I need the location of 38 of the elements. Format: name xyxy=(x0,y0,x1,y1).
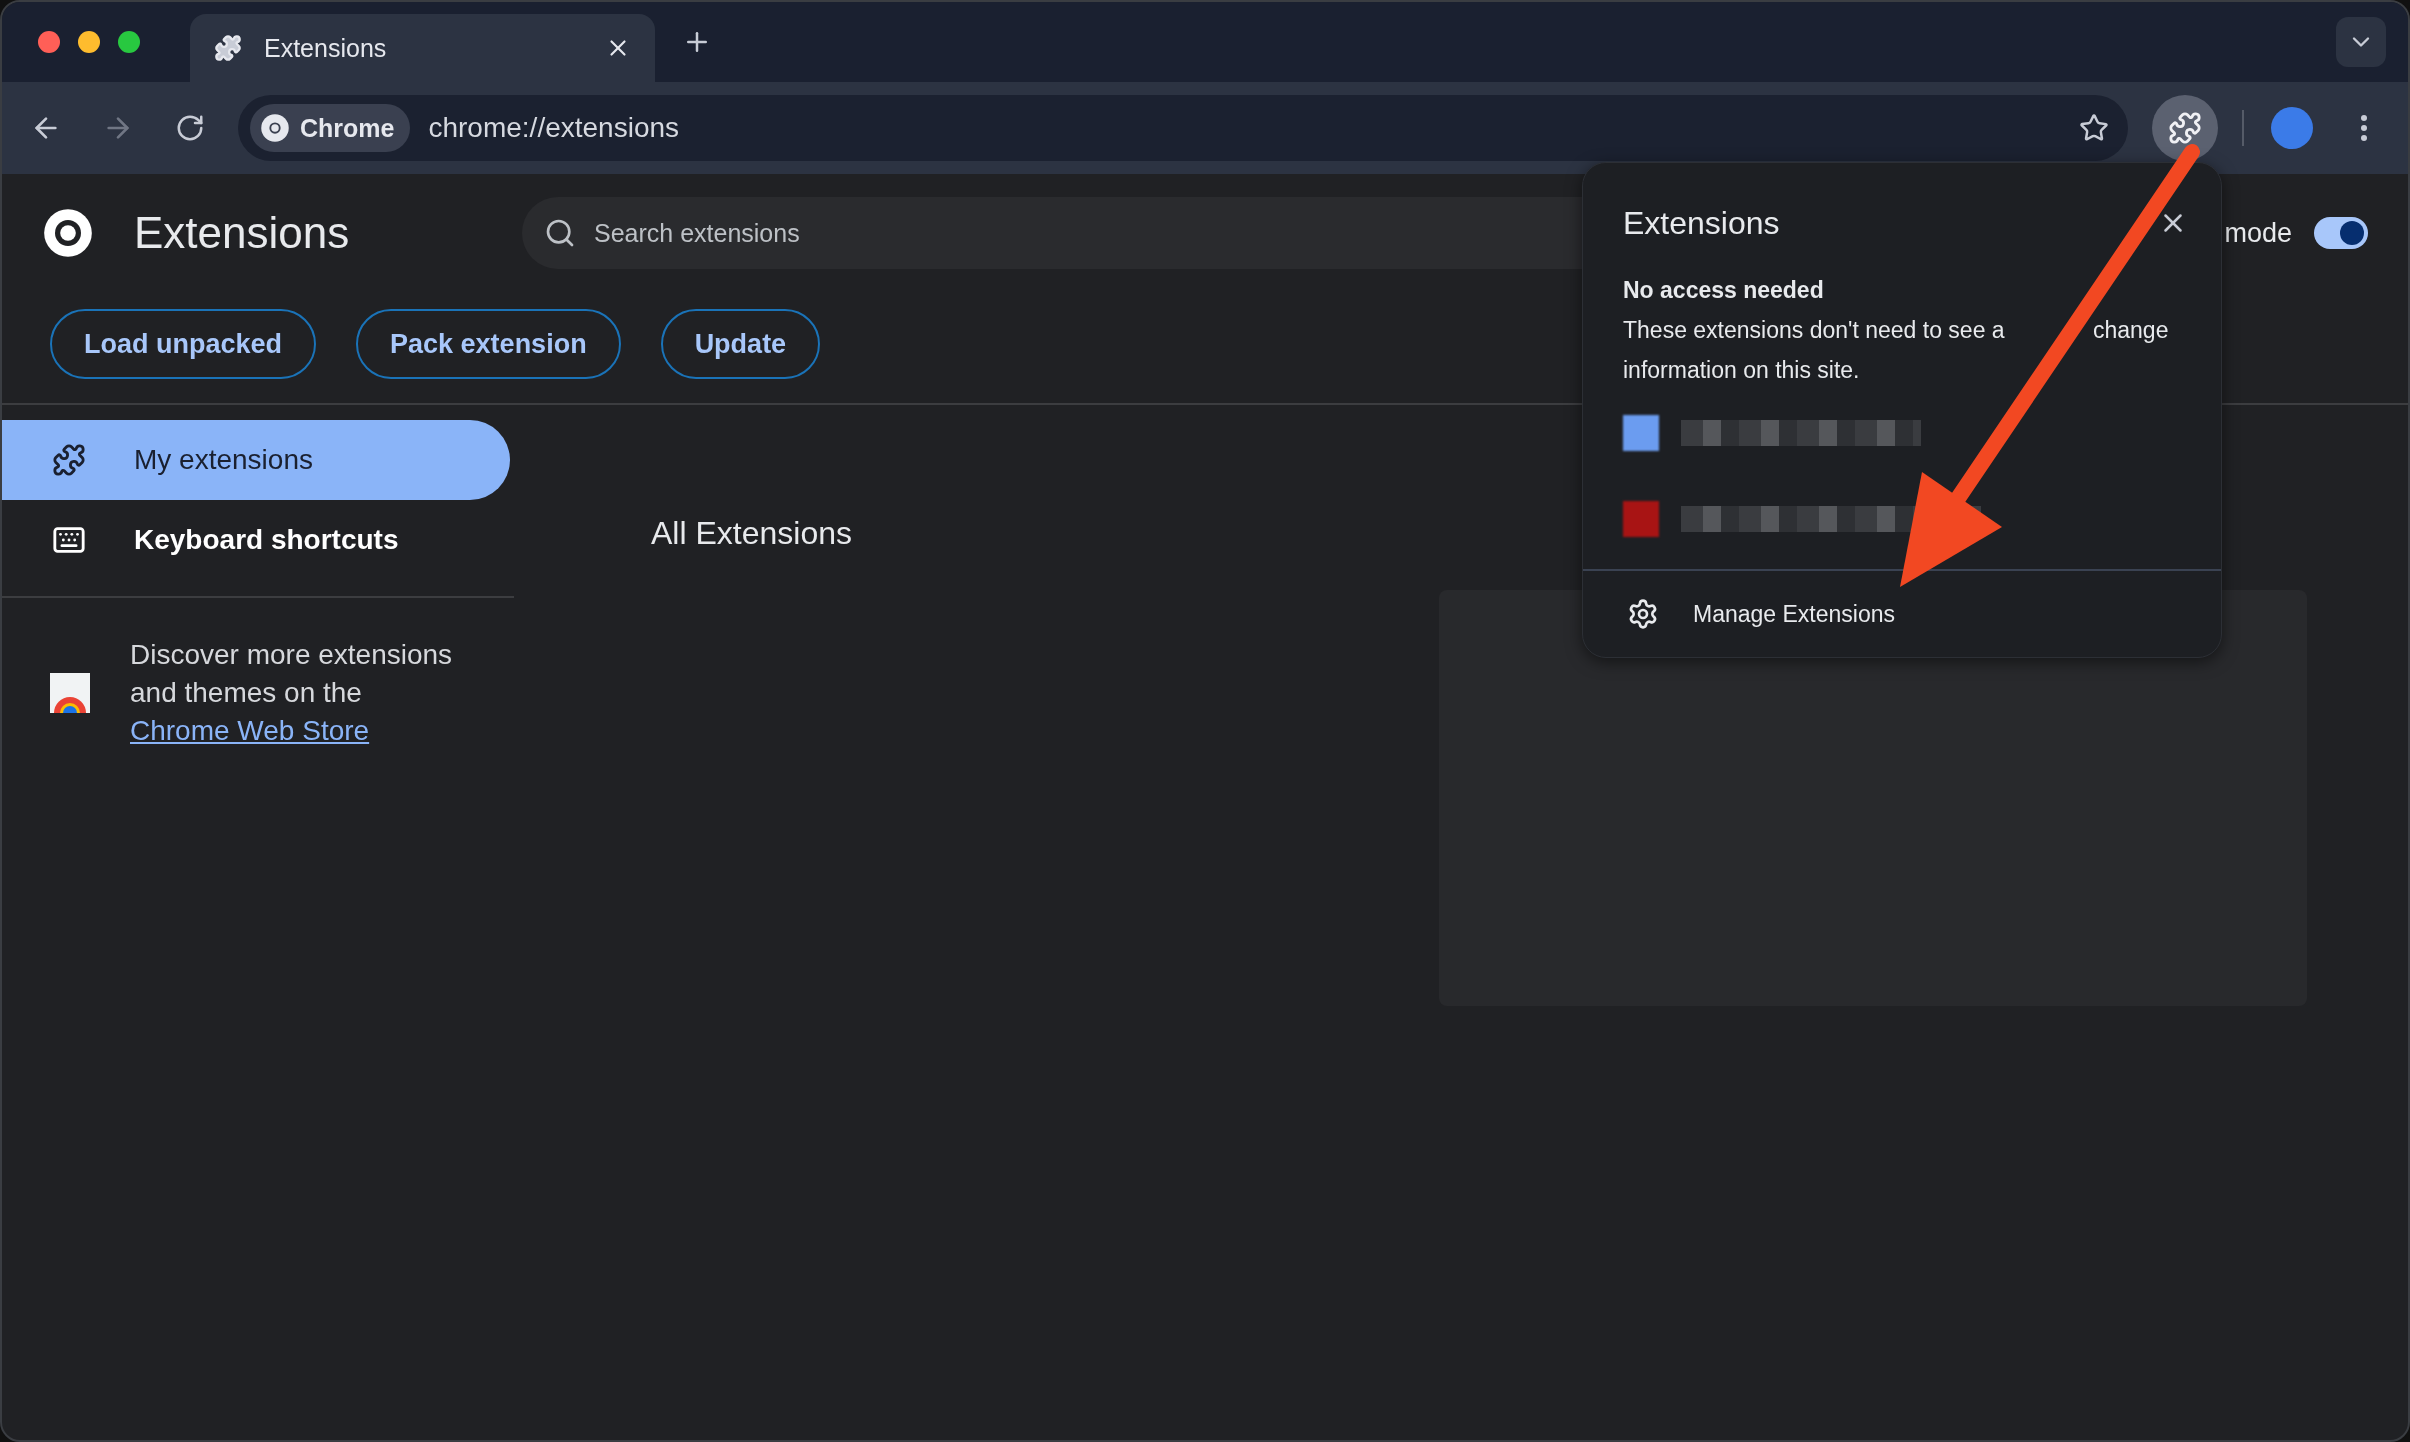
popup-description: information on this site. xyxy=(1623,356,1861,385)
popup-description: change xyxy=(2093,316,2169,345)
action-button[interactable]: Update xyxy=(660,309,821,379)
browser-tab[interactable]: Extensions xyxy=(190,14,655,82)
reload-icon xyxy=(175,113,205,143)
settings-icon xyxy=(1627,598,1659,630)
zoom-window-button[interactable] xyxy=(118,31,140,53)
minimize-window-button[interactable] xyxy=(78,31,100,53)
menu-icon xyxy=(2361,115,2367,141)
tab-title: Extensions xyxy=(264,33,388,63)
url-text: chrome://extensions xyxy=(428,112,681,144)
browser-logo-icon xyxy=(260,113,290,143)
star-icon xyxy=(2079,113,2109,143)
popup-heading: No access needed xyxy=(1622,276,1825,304)
address-bar[interactable]: Chrome chrome://extensions xyxy=(238,95,2128,161)
search-field[interactable]: Search extensions xyxy=(592,217,1092,249)
puzzle-icon xyxy=(214,34,242,62)
sidebar-item[interactable]: My extensions xyxy=(2,420,510,500)
popup-title: Extensions xyxy=(1623,204,1780,242)
tab-search-button[interactable] xyxy=(2336,17,2386,67)
developer-mode-toggle[interactable] xyxy=(2314,217,2368,249)
puzzle-icon xyxy=(52,443,86,477)
browser-logo-icon xyxy=(42,207,94,259)
promo-text: Discover more extensions and themes on the Chrome Web Store xyxy=(130,638,454,748)
close-window-button[interactable] xyxy=(38,31,60,53)
search-icon xyxy=(544,217,576,249)
puzzle-icon xyxy=(2168,111,2202,145)
page-title: Extensions xyxy=(134,208,351,258)
popup-description: These extensions don't need to see a xyxy=(1623,316,2006,345)
site-info-chip[interactable]: Chrome xyxy=(250,104,411,152)
web-store-link[interactable]: Chrome Web Store xyxy=(130,715,370,746)
web-store-icon xyxy=(50,673,90,713)
sidebar-item[interactable]: Keyboard shortcuts xyxy=(2,500,510,580)
action-button[interactable]: Pack extension xyxy=(356,309,621,379)
developer-mode-label: mode xyxy=(2224,217,2292,249)
action-button[interactable]: Load unpacked xyxy=(50,309,317,379)
avatar-circle xyxy=(2271,107,2313,149)
section-title: All Extensions xyxy=(651,515,852,552)
